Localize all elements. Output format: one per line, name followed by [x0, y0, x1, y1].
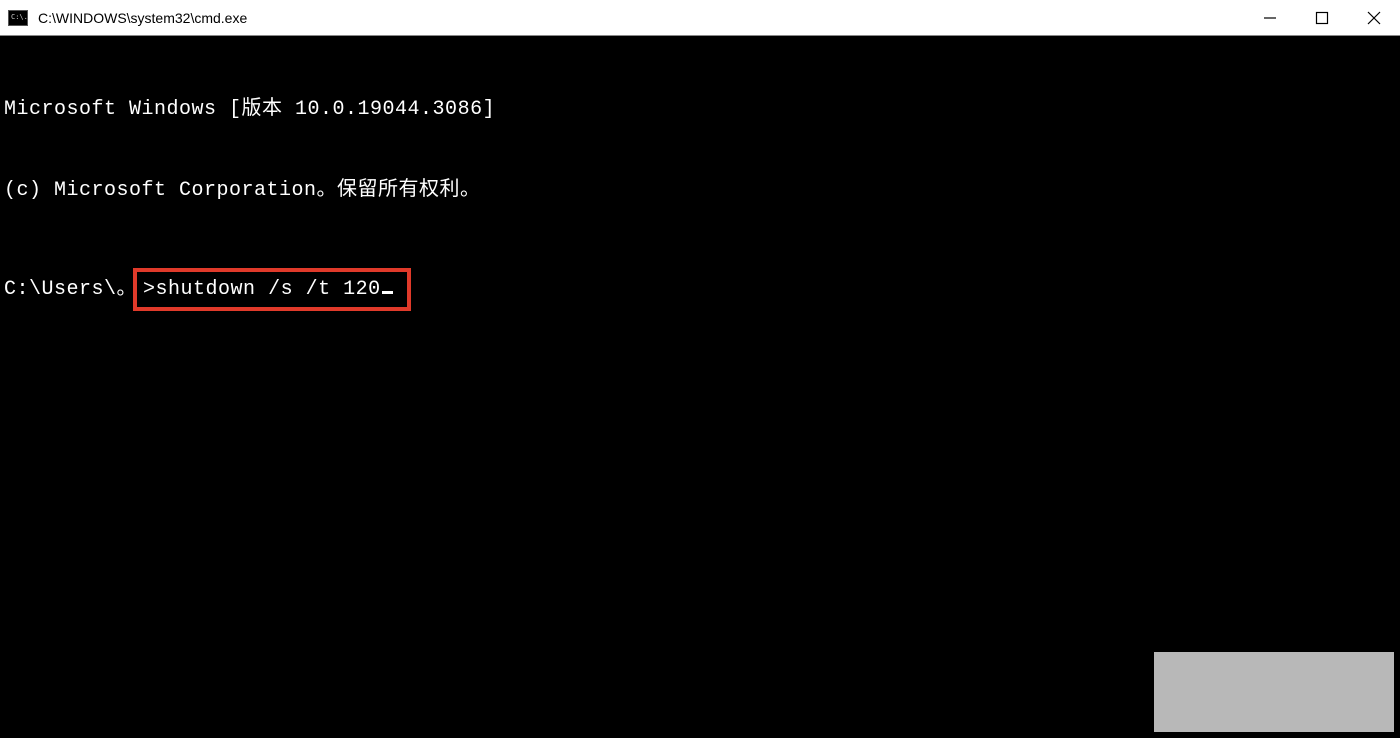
maximize-icon [1315, 11, 1329, 25]
terminal-output-line: (c) Microsoft Corporation。保留所有权利。 [4, 177, 1396, 204]
terminal-prompt-prefix: C:\Users\。 [4, 276, 137, 303]
minimize-icon [1263, 11, 1277, 25]
terminal-output-line: Microsoft Windows [版本 10.0.19044.3086] [4, 96, 1396, 123]
cmd-app-icon: C:\. [8, 10, 28, 26]
maximize-button[interactable] [1296, 0, 1348, 35]
command-highlight-box: >shutdown /s /t 120 [133, 268, 411, 311]
terminal-area[interactable]: Microsoft Windows [版本 10.0.19044.3086] (… [0, 36, 1400, 344]
close-icon [1367, 11, 1381, 25]
titlebar-left: C:\. C:\WINDOWS\system32\cmd.exe [0, 10, 247, 26]
terminal-prompt-symbol: > [143, 276, 156, 303]
terminal-command-input[interactable]: shutdown /s /t 120 [156, 276, 381, 303]
cmd-app-icon-text: C:\. [11, 14, 28, 21]
window-titlebar: C:\. C:\WINDOWS\system32\cmd.exe [0, 0, 1400, 36]
overlay-watermark-block [1154, 652, 1394, 732]
window-controls [1244, 0, 1400, 35]
minimize-button[interactable] [1244, 0, 1296, 35]
terminal-cursor [382, 291, 393, 294]
window-title: C:\WINDOWS\system32\cmd.exe [38, 10, 247, 26]
terminal-prompt-row: C:\Users\。 >shutdown /s /t 120 [4, 268, 1396, 311]
close-button[interactable] [1348, 0, 1400, 35]
